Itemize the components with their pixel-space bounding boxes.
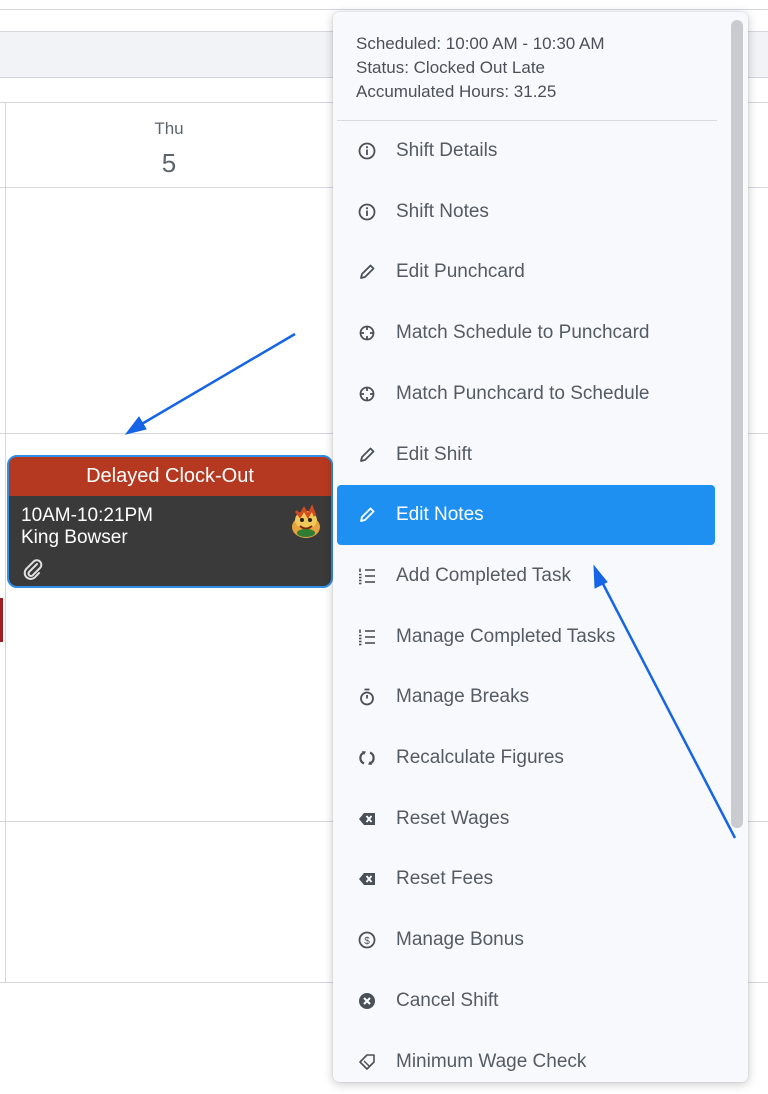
- shift-card[interactable]: Delayed Clock-Out 10AM-10:21PM King Bows…: [7, 455, 333, 588]
- scheduled-text: Scheduled: 10:00 AM - 10:30 AM: [356, 34, 605, 53]
- list-icon: [356, 626, 378, 648]
- menu-item-label: Manage Completed Tasks: [396, 625, 616, 647]
- menu-item-manage-completed-tasks[interactable]: Manage Completed Tasks: [337, 607, 715, 667]
- grid-line: [0, 9, 768, 10]
- menu-item-shift-details[interactable]: Shift Details: [337, 121, 715, 181]
- pencil-icon: [356, 504, 378, 526]
- menu-item-label: Edit Punchcard: [396, 261, 525, 283]
- adjacent-shift-edge[interactable]: [0, 598, 3, 642]
- menu-item-recalculate-figures[interactable]: Recalculate Figures: [337, 728, 715, 788]
- menu-item-match-schedule-to-punchcard[interactable]: Match Schedule to Punchcard: [337, 303, 715, 363]
- pencil-icon: [356, 261, 378, 283]
- menu-item-label: Match Punchcard to Schedule: [396, 382, 650, 404]
- menu-item-label: Cancel Shift: [396, 989, 499, 1011]
- menu-item-manage-bonus[interactable]: $ Manage Bonus: [337, 910, 715, 970]
- shift-time: 10AM-10:21PM: [21, 505, 154, 526]
- shift-context-menu: Scheduled: 10:00 AM - 10:30 AM Status: C…: [333, 12, 748, 1082]
- cancel-icon: [356, 990, 378, 1012]
- dollar-icon: $: [356, 929, 378, 951]
- backspace-icon: [356, 868, 378, 890]
- shift-info: Scheduled: 10:00 AM - 10:30 AM Status: C…: [356, 32, 605, 104]
- annotation-arrow: [124, 332, 296, 435]
- menu-item-label: Add Completed Task: [396, 564, 571, 586]
- menu-item-label: Recalculate Figures: [396, 747, 564, 768]
- crosshair-icon: [356, 383, 378, 405]
- menu-item-edit-shift[interactable]: Edit Shift: [337, 425, 715, 485]
- menu-item-label: Manage Breaks: [396, 686, 530, 708]
- menu-item-match-punchcard-to-schedule[interactable]: Match Punchcard to Schedule: [337, 364, 715, 424]
- status-text: Status: Clocked Out Late: [356, 58, 545, 77]
- menu-item-cancel-shift[interactable]: Cancel Shift: [337, 971, 715, 1031]
- scrollbar-thumb[interactable]: [731, 20, 743, 828]
- crosshair-icon: [356, 322, 378, 344]
- menu-item-label: Edit Shift: [396, 443, 473, 465]
- menu-item-edit-notes[interactable]: Edit Notes: [337, 485, 715, 546]
- day-name: Thu: [154, 119, 184, 138]
- menu-item-reset-wages[interactable]: Reset Wages: [337, 789, 715, 849]
- menu-item-label: Edit Notes: [396, 504, 484, 526]
- menu-item-edit-punchcard[interactable]: Edit Punchcard: [337, 242, 715, 302]
- menu-scrollbar[interactable]: [729, 20, 743, 1074]
- refresh-icon: [356, 747, 378, 769]
- shift-body: 10AM-10:21PM King Bowser: [9, 496, 331, 586]
- list-icon: [356, 565, 378, 587]
- info-icon: [356, 140, 378, 162]
- svg-text:$: $: [364, 936, 370, 947]
- shift-employee-name: King Bowser: [21, 527, 128, 548]
- avatar: [292, 504, 320, 538]
- menu-item-label: Minimum Wage Check: [396, 1050, 587, 1072]
- stopwatch-icon: [356, 686, 378, 708]
- pencil-icon: [356, 444, 378, 466]
- menu-item-reset-fees[interactable]: Reset Fees: [337, 849, 715, 909]
- accumulated-hours-text: Accumulated Hours: 31.25: [356, 82, 557, 101]
- menu-item-shift-notes[interactable]: Shift Notes: [337, 182, 715, 242]
- menu-item-label: Shift Details: [396, 140, 498, 161]
- paperclip-icon: [23, 559, 43, 580]
- menu-item-minimum-wage-check[interactable]: Minimum Wage Check: [337, 1032, 715, 1083]
- day-number: 5: [161, 148, 177, 178]
- menu-item-add-completed-task[interactable]: Add Completed Task: [337, 546, 715, 606]
- grid-line: [5, 102, 6, 982]
- menu-item-label: Shift Notes: [396, 200, 489, 222]
- menu-item-label: Manage Bonus: [396, 929, 524, 951]
- menu-item-label: Match Schedule to Punchcard: [396, 322, 650, 344]
- day-column-header[interactable]: Thu 5: [6, 102, 332, 187]
- shift-status-banner: Delayed Clock-Out: [9, 457, 331, 496]
- menu-item-manage-breaks[interactable]: Manage Breaks: [337, 667, 715, 727]
- menu-item-label: Reset Fees: [396, 868, 494, 890]
- tag-icon: [356, 1051, 378, 1073]
- menu-item-label: Reset Wages: [396, 807, 510, 829]
- backspace-icon: [356, 808, 378, 830]
- info-icon: [356, 201, 378, 223]
